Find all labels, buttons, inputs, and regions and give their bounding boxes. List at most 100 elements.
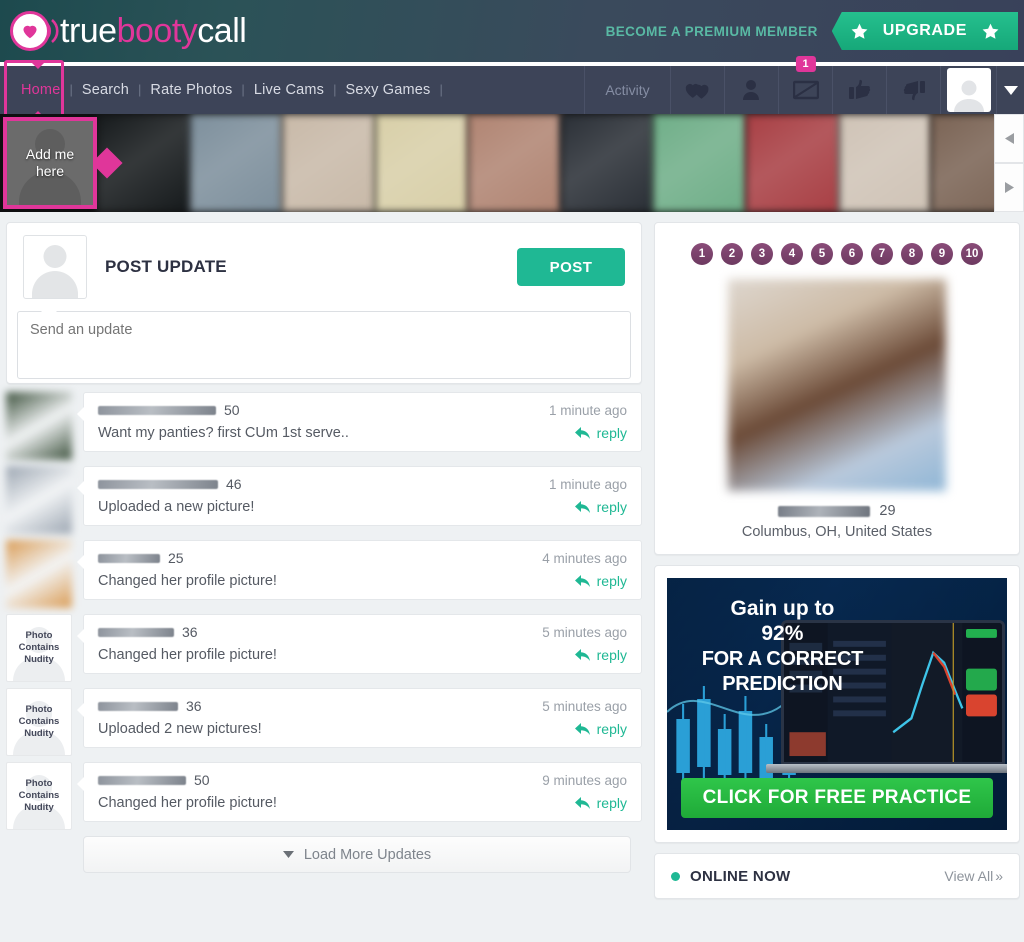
nav-person-button[interactable] xyxy=(724,66,778,114)
spotlight-pager-dot[interactable]: 5 xyxy=(811,243,833,265)
site-logo[interactable]: truebootycall xyxy=(0,7,247,55)
post-update-input[interactable] xyxy=(17,311,631,379)
spotlight-photo[interactable] xyxy=(728,279,946,491)
nav-mail-button[interactable]: 1 xyxy=(778,56,832,114)
strip-photo[interactable] xyxy=(375,114,468,212)
feed-user-name-redacted xyxy=(98,553,160,563)
feed-item: 25 4 minutes ago Changed her profile pictu… xyxy=(6,540,642,608)
spotlight-pager-dot[interactable]: 2 xyxy=(721,243,743,265)
thumbs-up-icon xyxy=(848,79,870,99)
ad-line-3: PREDICTION xyxy=(722,673,843,695)
star-icon xyxy=(982,23,999,39)
nav-dropdown-toggle[interactable] xyxy=(996,66,1024,114)
advertisement-text: Gain up to 92% FOR A CORRECT PREDICTION xyxy=(677,596,888,696)
spotlight-pager-dot[interactable]: 8 xyxy=(901,243,923,265)
spotlight-age: 29 xyxy=(879,503,896,519)
upgrade-button[interactable]: UPGRADE xyxy=(831,12,1018,50)
page-root: truebootycall BECOME A PREMIUM MEMBER UP… xyxy=(0,0,1024,942)
heart-icon xyxy=(23,25,37,39)
nav-thumbs-down-button[interactable] xyxy=(886,66,940,114)
feed-item-text: Changed her profile picture! xyxy=(98,573,277,589)
spotlight-pager-dot[interactable]: 7 xyxy=(871,243,893,265)
feed-user-thumb[interactable] xyxy=(6,540,72,608)
feed-user-name-redacted xyxy=(98,775,186,785)
advertisement-banner[interactable]: Gain up to 92% FOR A CORRECT PREDICTION … xyxy=(667,578,1007,830)
load-more-updates-button[interactable]: Load More Updates xyxy=(83,836,631,873)
online-now-label: ONLINE NOW xyxy=(690,867,791,885)
triangle-down-icon xyxy=(282,851,294,858)
feed-item-body: 50 9 minutes ago Changed her profile pictu… xyxy=(77,762,642,822)
main-content: POST UPDATE POST 50 1 minute ago Want my p… xyxy=(0,212,1024,899)
nudity-placeholder-thumb[interactable]: Photo Contains Nudity xyxy=(6,688,72,756)
post-button[interactable]: POST xyxy=(517,248,625,286)
feed-item-body: 50 1 minute ago Want my panties? first CUm… xyxy=(77,392,642,452)
spotlight-pager-dot[interactable]: 6 xyxy=(841,243,863,265)
thumbs-down-icon xyxy=(903,81,925,101)
nudity-placeholder-thumb[interactable]: Photo Contains Nudity xyxy=(6,614,72,682)
nav-link-sexy-games[interactable]: Sexy Games xyxy=(337,66,440,114)
ad-cta-button[interactable]: CLICK FOR FREE PRACTICE xyxy=(681,778,993,818)
feed-reply-button[interactable]: reply xyxy=(574,795,627,811)
spotlight-pager-dot[interactable]: 1 xyxy=(691,243,713,265)
feed-item-header: 46 1 minute ago xyxy=(98,476,627,492)
spotlight-pager-dot[interactable]: 10 xyxy=(961,243,983,265)
feed-item-text: Want my panties? first CUm 1st serve.. xyxy=(98,425,349,441)
strip-photo[interactable] xyxy=(560,114,654,212)
star-icon xyxy=(851,23,868,39)
person-icon xyxy=(742,80,759,100)
feed-reply-button[interactable]: reply xyxy=(574,425,627,441)
strip-photo-list xyxy=(97,114,1024,212)
nav-link-search[interactable]: Search xyxy=(73,66,138,114)
strip-arrows xyxy=(994,114,1024,212)
add-me-here-slot[interactable]: Add me here xyxy=(3,117,97,209)
strip-photo[interactable] xyxy=(745,114,839,212)
nav-thumbs-up-button[interactable] xyxy=(832,66,886,114)
feed-user-name-redacted xyxy=(98,405,216,415)
online-view-all-link[interactable]: View All» xyxy=(944,868,1003,884)
nav-hearts-button[interactable] xyxy=(670,66,724,114)
feed-user-thumb[interactable] xyxy=(6,466,72,534)
feed-reply-button[interactable]: reply xyxy=(574,499,627,515)
feed-item-timestamp: 1 minute ago xyxy=(548,476,627,492)
strip-photo[interactable] xyxy=(653,114,746,212)
spotlight-name-redacted xyxy=(778,505,871,517)
feed-reply-button[interactable]: reply xyxy=(574,721,627,737)
feed-item-body: 36 5 minutes ago Uploaded 2 new pictures! r… xyxy=(77,688,642,748)
spotlight-pager: 1 2 3 4 5 6 7 8 9 10 xyxy=(655,223,1019,279)
feed-item-body: 36 5 minutes ago Changed her profile pictu… xyxy=(77,614,642,674)
feed-user-age: 46 xyxy=(226,476,242,492)
feed-item-body: 25 4 minutes ago Changed her profile pictu… xyxy=(77,540,642,600)
strip-prev-button[interactable] xyxy=(994,114,1024,163)
nudity-placeholder-thumb[interactable]: Photo Contains Nudity xyxy=(6,762,72,830)
feed-item-text: Changed her profile picture! xyxy=(98,795,277,811)
nav-link-live-cams[interactable]: Live Cams xyxy=(245,66,333,114)
strip-photo[interactable] xyxy=(838,114,932,212)
nav-user-avatar[interactable] xyxy=(940,66,996,114)
reply-arrow-icon xyxy=(574,427,590,439)
post-update-header: POST UPDATE POST xyxy=(7,223,641,311)
nav-separator: | xyxy=(439,82,443,97)
feed-reply-button[interactable]: reply xyxy=(574,573,627,589)
nav-link-rate-photos[interactable]: Rate Photos xyxy=(141,66,241,114)
online-now-card: ONLINE NOW View All» xyxy=(654,853,1020,899)
spotlight-pager-dot[interactable]: 4 xyxy=(781,243,803,265)
feed-user-name-redacted xyxy=(98,627,174,637)
reply-arrow-icon xyxy=(574,723,590,735)
heart-signal-icon xyxy=(8,7,59,55)
nav-activity-button[interactable]: Activity xyxy=(584,66,670,114)
nudity-warning-label: Photo Contains Nudity xyxy=(18,630,60,665)
feed-user-thumb[interactable] xyxy=(6,392,72,460)
strip-photo[interactable] xyxy=(282,114,376,212)
spotlight-card: 1 2 3 4 5 6 7 8 9 10 29 Columbus, OH, United Stat… xyxy=(654,222,1020,555)
strip-photo[interactable] xyxy=(467,114,561,212)
load-more-label: Load More Updates xyxy=(303,846,432,863)
spotlight-pager-dot[interactable]: 3 xyxy=(751,243,773,265)
add-me-line2: here xyxy=(35,163,65,179)
strip-photo[interactable] xyxy=(189,114,283,212)
feed-reply-button[interactable]: reply xyxy=(574,647,627,663)
feed-item: Photo Contains Nudity 50 9 minutes ago Change… xyxy=(6,762,642,830)
nav-link-home[interactable]: Home xyxy=(12,66,69,114)
feed-item-header: 25 4 minutes ago xyxy=(98,550,627,566)
spotlight-pager-dot[interactable]: 9 xyxy=(931,243,953,265)
strip-next-button[interactable] xyxy=(994,163,1024,212)
